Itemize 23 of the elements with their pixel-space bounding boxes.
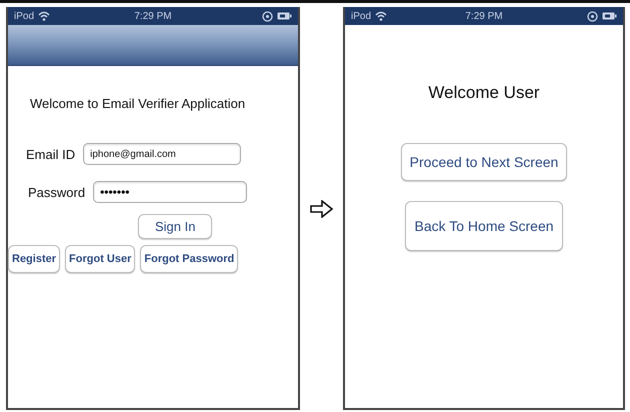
battery-icon bbox=[602, 12, 617, 20]
carrier-label: iPod bbox=[14, 10, 34, 22]
welcome-heading: Welcome to Email Verifier Application bbox=[30, 96, 246, 111]
sign-in-button[interactable]: Sign In bbox=[138, 214, 212, 239]
status-time: 7:29 PM bbox=[134, 10, 172, 22]
link-button[interactable]: Register bbox=[8, 245, 60, 273]
field-label: Password bbox=[28, 184, 86, 200]
rotation-lock-icon bbox=[262, 10, 273, 22]
input-field[interactable]: ••••••• bbox=[93, 181, 248, 203]
link-button[interactable]: Forgot Password bbox=[140, 245, 238, 273]
battery-icon bbox=[277, 12, 292, 20]
input-field[interactable]: iphone@gmail.com bbox=[83, 143, 242, 165]
rotation-lock-icon bbox=[587, 10, 598, 22]
link-button[interactable]: Forgot User bbox=[65, 245, 136, 273]
carrier-label: iPod bbox=[351, 10, 372, 22]
field-label: Email ID bbox=[26, 146, 76, 162]
nav-button[interactable]: Back To Home Screen bbox=[405, 201, 563, 251]
wifi-icon bbox=[38, 11, 50, 21]
wifi-icon bbox=[375, 11, 388, 21]
welcome-heading: Welcome User bbox=[427, 83, 541, 103]
right-arrow-icon bbox=[310, 200, 334, 218]
status-time: 7:29 PM bbox=[465, 10, 503, 22]
nav-button[interactable]: Proceed to Next Screen bbox=[400, 143, 568, 181]
